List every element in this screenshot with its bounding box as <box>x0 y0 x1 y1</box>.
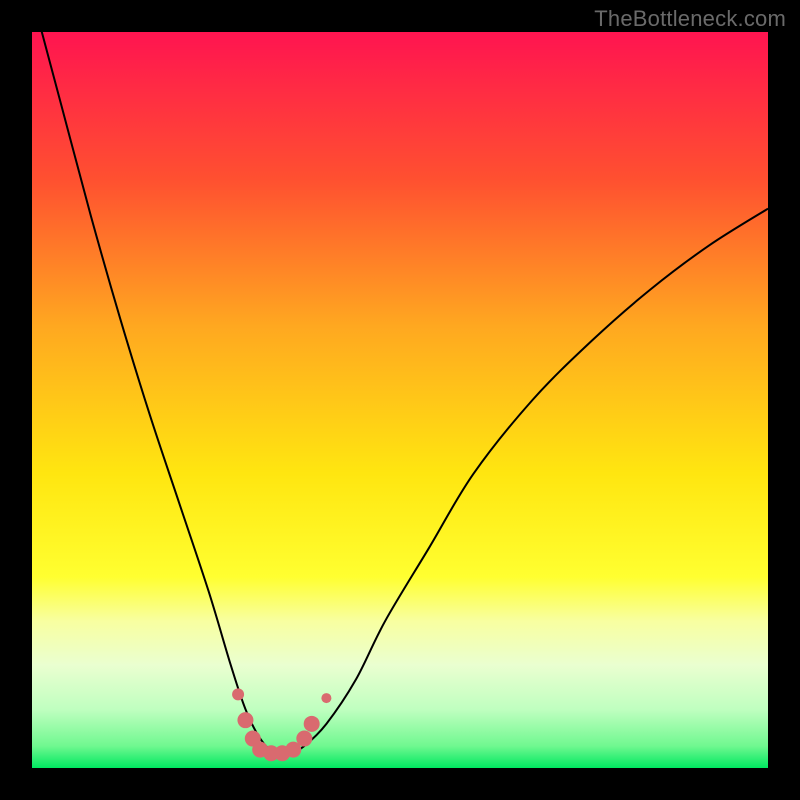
outer-frame: TheBottleneck.com <box>0 0 800 800</box>
curve-marker <box>304 716 320 732</box>
curve-layer <box>32 32 768 768</box>
curve-marker <box>321 693 331 703</box>
curve-marker <box>232 688 244 700</box>
curve-marker <box>296 731 312 747</box>
bottleneck-curve <box>32 32 768 755</box>
plot-area <box>32 32 768 768</box>
curve-marker <box>237 712 253 728</box>
watermark-text: TheBottleneck.com <box>594 6 786 32</box>
